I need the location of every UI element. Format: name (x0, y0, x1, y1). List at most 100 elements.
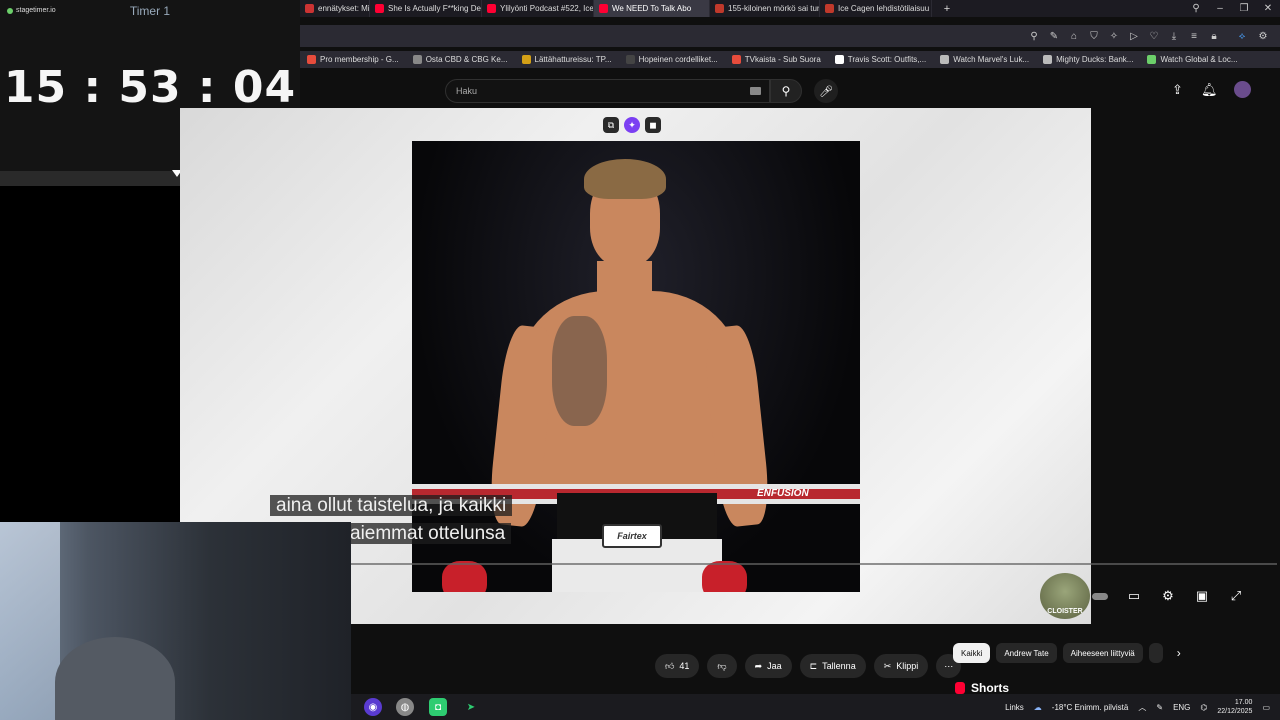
subtitles-icon[interactable]: ▭ (1124, 586, 1144, 606)
bookmark-label: Lättähattureissu: TP... (534, 55, 612, 64)
bookmark-item[interactable]: Mighty Ducks: Bank... (1036, 55, 1140, 64)
search-icon: ⚲ (781, 84, 791, 98)
copy-icon[interactable]: ⧉ (603, 117, 619, 133)
notification-icon[interactable]: ▭ (1262, 703, 1270, 712)
like-button[interactable]: 👍︎ 41 (655, 654, 700, 678)
pen-icon[interactable]: ✎ (1156, 703, 1163, 712)
channel-watermark[interactable]: CLOISTER (1040, 573, 1090, 619)
related-filter-chips: Kaikki Andrew Tate Aiheeseen liittyviä › (953, 643, 1189, 663)
chip-more[interactable] (1148, 643, 1163, 663)
autoplay-toggle[interactable] (1090, 586, 1110, 606)
tab-label: ennätykset: Mitkä E (318, 4, 370, 13)
new-tab-button[interactable]: + (932, 0, 962, 17)
clock-time: 17.00 (1234, 699, 1253, 706)
youtube-favicon-icon (487, 4, 496, 13)
bookmark-item[interactable]: Osta CBD & CBG Ke... (406, 55, 515, 64)
voice-search-button[interactable]: 🎤︎ (814, 79, 838, 103)
download-icon[interactable]: ⤓ (1167, 29, 1181, 43)
tab-label: 155-kiloinen mörkö sai tur (728, 4, 820, 13)
zoom-icon[interactable]: ⚲ (1027, 29, 1041, 43)
browser-tab-bar: ennätykset: Mitkä E She Is Actually F**k… (300, 0, 1280, 17)
player-controls: ▭ ⚙ ▣ ⤢ (1090, 586, 1246, 606)
app-icon[interactable]: ◍ (396, 698, 414, 716)
video-side-dark (1091, 108, 1280, 624)
browser-toolbar: ⚲ ✎ ⌂ ⛉ ✧ ▷ ♡ ⤓ ≡ 🔒︎ ⟡ ⚙ (300, 25, 1280, 47)
subtitle-line: aina ollut taistelua, ja kaikki (270, 495, 513, 516)
bookmark-label: Watch Global & Loc... (1160, 55, 1238, 64)
browser-tab[interactable]: Ice Cagen lehdistötilaisuu (820, 0, 932, 17)
bookmark-favicon-icon (307, 55, 316, 64)
weather-status[interactable]: -18°C Enimm. pilvistä (1052, 703, 1129, 712)
links-toolbar[interactable]: Links (1005, 703, 1024, 712)
play-app-icon[interactable]: ➤ (462, 698, 480, 716)
lock-icon[interactable]: 🔒︎ (1207, 29, 1221, 43)
video-progress-bar[interactable] (351, 563, 1277, 565)
timer-title: Timer 1 (129, 4, 171, 18)
more-icon: ⋯ (944, 660, 954, 671)
heart-icon[interactable]: ♡ (1147, 29, 1161, 43)
close-icon[interactable]: ✕ (1256, 0, 1280, 17)
camera-icon[interactable]: ◼ (645, 117, 661, 133)
edit-icon[interactable]: ✎ (1047, 29, 1061, 43)
chip-all[interactable]: Kaikki (953, 643, 991, 663)
search-button[interactable]: ⚲ (770, 79, 802, 103)
fullscreen-icon[interactable]: ⤢ (1226, 586, 1246, 606)
system-clock[interactable]: 17.00 22/12/2025 (1217, 698, 1252, 716)
bookmark-label: Travis Scott: Outfits,... (847, 55, 927, 64)
shorts-title: Shorts (971, 681, 1010, 695)
like-count: 41 (679, 661, 690, 671)
bookmarks-bar: Pro membership - G... Osta CBD & CBG Ke.… (300, 51, 1280, 68)
chip-related[interactable]: Aiheeseen liittyviä (1062, 643, 1143, 663)
settings-gear-icon[interactable]: ⚙ (1158, 586, 1178, 606)
tab-label: Ylilyönti Podcast #522, Ice (500, 4, 594, 13)
shield-icon[interactable]: ⛉ (1087, 29, 1101, 43)
avatar[interactable] (1234, 81, 1251, 98)
chevron-right-icon[interactable]: › (1169, 643, 1189, 663)
tab-label: We NEED To Talk Abo (612, 4, 692, 13)
dislike-button[interactable]: 👎︎ (707, 654, 737, 678)
bookmark-item[interactable]: Hopeinen cordelliket... (619, 55, 725, 64)
settings-icon[interactable]: ⚙ (1256, 29, 1270, 43)
home-icon[interactable]: ⌂ (1067, 29, 1081, 43)
browser-tab[interactable]: She Is Actually F**king De (370, 0, 482, 17)
search-input[interactable]: Haku (445, 79, 770, 103)
ai-sparkle-icon[interactable]: ✦ (624, 117, 640, 133)
youtube-header: Haku ⚲ 🎤︎ ⇪ 🔔︎ (300, 72, 1280, 108)
network-icon[interactable]: ⌬ (1200, 703, 1207, 712)
bookmark-favicon-icon (412, 55, 422, 64)
bookmark-item[interactable]: Lättähattureissu: TP... (515, 55, 619, 64)
restore-icon[interactable]: ❐ (1232, 0, 1256, 17)
bookmark-item[interactable]: Watch Global & Loc... (1140, 55, 1244, 64)
browser-tab[interactable]: ennätykset: Mitkä E (300, 0, 370, 17)
share-button[interactable]: ➦ Jaa (744, 654, 792, 678)
language-indicator[interactable]: ENG (1173, 703, 1190, 712)
extension-icon[interactable]: ✧ (1107, 29, 1121, 43)
minimize-icon[interactable]: – (1208, 0, 1232, 17)
browser-tab-active[interactable]: We NEED To Talk Abo (594, 0, 710, 17)
tab-label: She Is Actually F**king De (388, 4, 481, 13)
clock-date: 22/12/2025 (1217, 708, 1253, 715)
tab-label: Ice Cagen lehdistötilaisuu (838, 4, 930, 13)
play-icon[interactable]: ▷ (1127, 29, 1141, 43)
clip-button[interactable]: ✂ Klippi (873, 654, 929, 678)
save-button[interactable]: ⊏ Tallenna (799, 654, 866, 678)
keyboard-icon[interactable] (750, 87, 761, 95)
translate-icon[interactable]: ⟡ (1235, 29, 1249, 43)
theater-mode-icon[interactable]: ▣ (1192, 586, 1212, 606)
upload-icon[interactable]: ⇪ (1172, 82, 1183, 98)
bookmark-item[interactable]: Watch Marvel's Luk... (933, 55, 1036, 64)
chip-andrew-tate[interactable]: Andrew Tate (996, 643, 1057, 663)
browser-search-icon[interactable]: ⚲ (1184, 0, 1208, 17)
game-app-icon[interactable]: ◘ (429, 698, 447, 716)
bookmark-favicon-icon (625, 55, 635, 64)
browser-app-icon[interactable]: ◉ (364, 698, 382, 716)
bookmark-item[interactable]: TVkaista - Sub Suora (725, 55, 828, 64)
ring-banner-text: ENFUSION (757, 488, 809, 499)
bookmark-item[interactable]: Pro membership - G... (300, 55, 406, 64)
notifications-bell-icon[interactable]: 🔔︎ (1201, 82, 1218, 98)
browser-tab[interactable]: 155-kiloinen mörkö sai tur (710, 0, 820, 17)
chevron-up-icon[interactable]: ︿ (1138, 702, 1146, 713)
bookmark-item[interactable]: Travis Scott: Outfits,... (828, 55, 933, 64)
menu-icon[interactable]: ≡ (1187, 29, 1201, 43)
browser-tab[interactable]: Ylilyönti Podcast #522, Ice (482, 0, 594, 17)
